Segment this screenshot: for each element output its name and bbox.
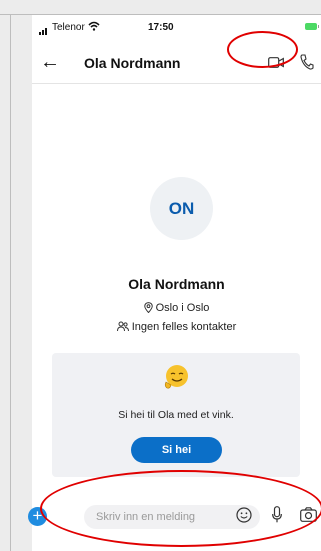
profile-contacts: Ingen felles kontakter — [32, 321, 321, 333]
wave-emoji-icon — [164, 365, 188, 389]
people-icon — [116, 321, 129, 332]
contacts-text: Ingen felles kontakter — [131, 321, 237, 333]
say-hi-button[interactable]: Si hei — [131, 437, 222, 463]
location-text: Oslo i Oslo — [155, 302, 210, 314]
annotation-ring-composer — [40, 470, 321, 547]
battery-icon — [305, 23, 319, 30]
greeting-card: Si hei til Ola med et vink. Si hei — [52, 353, 300, 477]
carrier-label: Telenor — [52, 22, 85, 33]
avatar: ON — [150, 177, 213, 240]
status-time: 17:50 — [148, 22, 174, 33]
profile-location: Oslo i Oslo — [32, 302, 321, 314]
signal-icon — [39, 24, 48, 35]
phone-call-icon[interactable] — [300, 54, 314, 70]
frame-left-border — [10, 14, 11, 551]
contact-title[interactable]: Ola Nordmann — [84, 55, 180, 71]
location-pin-icon — [143, 302, 153, 313]
profile-name: Ola Nordmann — [128, 276, 225, 292]
screenshot-frame: Telenor 17:50 ← Ola Nordmann ON Ola Nord… — [0, 0, 321, 551]
annotation-ring-call-icons — [227, 31, 298, 68]
wifi-icon — [88, 21, 100, 31]
back-arrow-icon[interactable]: ← — [40, 52, 60, 72]
greeting-text: Si hei til Ola med et vink. — [118, 409, 234, 421]
